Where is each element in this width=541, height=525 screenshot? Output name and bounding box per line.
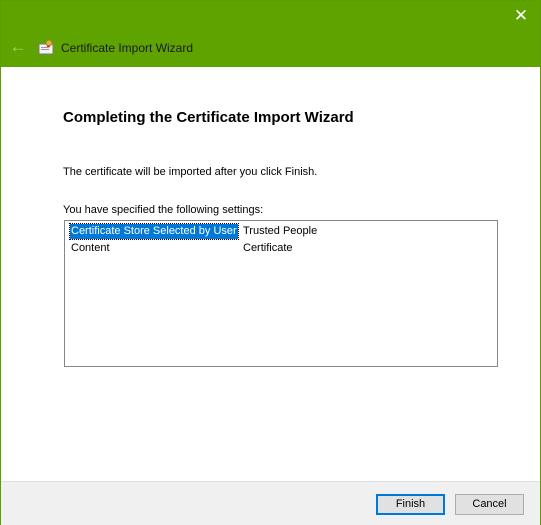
finish-button[interactable]: Finish <box>376 494 445 515</box>
settings-label: You have specified the following setting… <box>63 204 264 216</box>
window-title: Certificate Import Wizard <box>61 41 194 55</box>
page-heading: Completing the Certificate Import Wizard <box>63 109 354 126</box>
setting-value: Trusted People <box>243 225 318 237</box>
finish-info-text: The certificate will be imported after y… <box>63 166 318 178</box>
settings-list[interactable]: Certificate Store Selected by User Trust… <box>64 220 498 367</box>
setting-key: Certificate Store Selected by User <box>69 223 239 240</box>
button-bar: Finish Cancel <box>1 481 540 525</box>
wizard-window: ✕ ← Certificate Import Wizard Completing… <box>0 0 541 525</box>
back-arrow-icon[interactable]: ← <box>8 37 28 57</box>
setting-key: Content <box>71 242 110 254</box>
setting-value: Certificate <box>243 242 293 254</box>
cancel-button[interactable]: Cancel <box>455 494 524 515</box>
certificate-icon <box>38 39 54 55</box>
close-icon[interactable]: ✕ <box>510 5 532 27</box>
title-bar: ✕ ← Certificate Import Wizard <box>1 1 540 67</box>
